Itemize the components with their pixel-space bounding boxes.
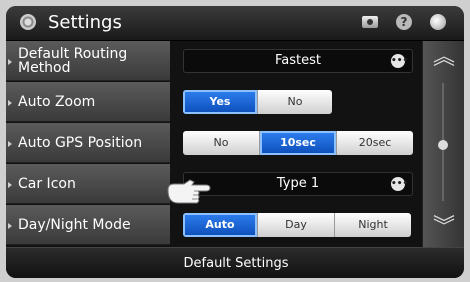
globe-icon[interactable] — [430, 14, 446, 30]
auto-zoom-toggle[interactable]: Yes No — [183, 90, 332, 114]
car-icon-dropdown[interactable]: Type 1 ••• — [183, 172, 413, 196]
settings-icon — [20, 14, 36, 30]
gps-option-10sec[interactable]: 10sec — [260, 131, 337, 155]
mode-option-day[interactable]: Day — [258, 213, 335, 237]
more-options-icon[interactable]: ••• — [391, 177, 408, 191]
routing-method-dropdown[interactable]: Fastest ••• — [183, 49, 413, 73]
auto-gps-position-toggle[interactable]: No 10sec 20sec — [183, 131, 413, 155]
header-bar: Settings ? — [6, 6, 464, 41]
bottom-bar: Default Settings — [6, 247, 464, 278]
setting-label-auto-zoom: Auto Zoom — [6, 82, 170, 122]
setting-label-auto-gps-position: Auto GPS Position — [6, 123, 170, 163]
scrollbar-thumb[interactable] — [438, 140, 448, 150]
settings-label-list: Default Routing Method Auto Zoom Auto GP… — [6, 41, 176, 247]
mode-option-night[interactable]: Night — [335, 213, 411, 237]
help-icon[interactable]: ? — [396, 14, 412, 30]
page-title: Settings — [48, 12, 122, 33]
gps-option-no[interactable]: No — [183, 131, 260, 155]
scroll-panel[interactable]: ︽ ︾ — [422, 41, 464, 247]
setting-label-car-icon: Car Icon — [6, 164, 170, 204]
gps-option-20sec[interactable]: 20sec — [337, 131, 413, 155]
camera-icon[interactable] — [362, 16, 378, 28]
setting-label-default-routing-method: Default Routing Method — [6, 41, 170, 81]
settings-screen: Settings ? Default Routing Method Auto Z… — [6, 6, 464, 278]
auto-zoom-option-yes[interactable]: Yes — [183, 90, 258, 114]
day-night-mode-toggle[interactable]: Auto Day Night — [183, 213, 411, 237]
auto-zoom-option-no[interactable]: No — [258, 90, 332, 114]
scroll-up-icon[interactable]: ︽ — [431, 47, 457, 69]
setting-label-day-night-mode: Day/Night Mode — [6, 205, 170, 245]
scroll-down-icon[interactable]: ︾ — [431, 217, 457, 239]
mode-option-auto[interactable]: Auto — [183, 213, 258, 237]
more-options-icon[interactable]: ••• — [391, 54, 408, 68]
hand-pointer-icon — [167, 179, 211, 204]
default-settings-button[interactable]: Default Settings — [166, 248, 306, 278]
